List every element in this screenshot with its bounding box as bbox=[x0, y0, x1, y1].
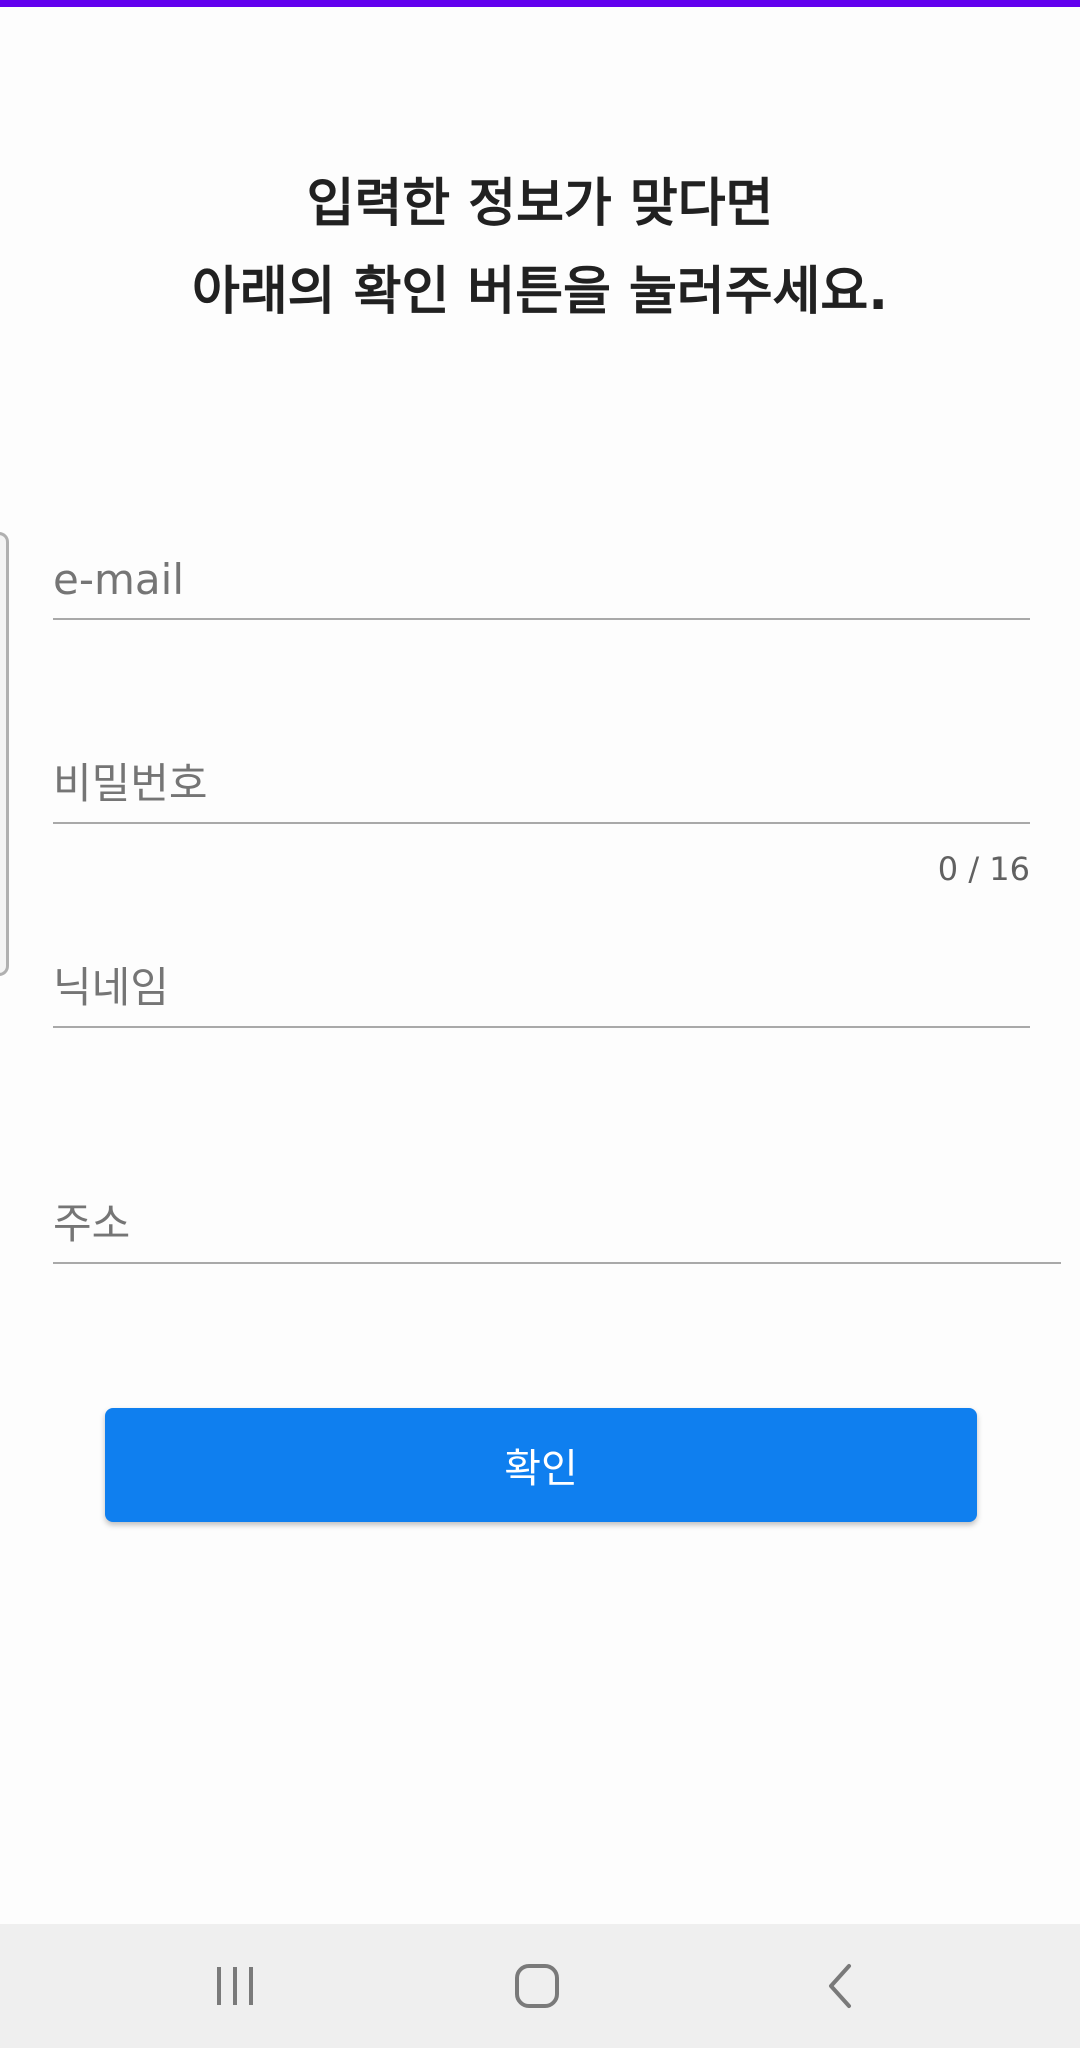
nickname-input[interactable] bbox=[53, 948, 1030, 1026]
system-navigation-bar bbox=[0, 1924, 1080, 2048]
recents-icon bbox=[217, 1967, 253, 2005]
address-field bbox=[53, 1184, 1061, 1264]
edge-panel-handle[interactable] bbox=[0, 532, 9, 976]
email-underline bbox=[53, 618, 1030, 620]
back-button[interactable] bbox=[760, 1924, 920, 2048]
back-icon bbox=[829, 1964, 851, 2008]
signup-confirm-screen: 입력한 정보가 맞다면 아래의 확인 버튼을 눌러주세요. 0 / 16 확인 bbox=[0, 0, 1080, 2048]
nickname-field bbox=[53, 948, 1030, 1028]
page-title-line-2: 아래의 확인 버튼을 눌러주세요. bbox=[192, 262, 888, 322]
password-character-counter: 0 / 16 bbox=[937, 850, 1030, 888]
page-title-line-1: 입력한 정보가 맞다면 bbox=[306, 174, 774, 234]
confirm-button[interactable]: 확인 bbox=[105, 1408, 977, 1522]
email-input[interactable] bbox=[53, 540, 1030, 618]
address-input[interactable] bbox=[53, 1184, 1061, 1262]
top-accent-bar bbox=[0, 0, 1080, 7]
home-button[interactable] bbox=[457, 1924, 617, 2048]
nickname-underline bbox=[53, 1026, 1030, 1028]
email-field bbox=[53, 540, 1030, 620]
page-title: 입력한 정보가 맞다면 아래의 확인 버튼을 눌러주세요. bbox=[0, 160, 1080, 336]
recents-button[interactable] bbox=[155, 1924, 315, 2048]
password-input[interactable] bbox=[53, 744, 1030, 822]
password-underline bbox=[53, 822, 1030, 824]
address-underline bbox=[53, 1262, 1061, 1264]
password-field bbox=[53, 744, 1030, 824]
home-icon bbox=[515, 1964, 559, 2008]
